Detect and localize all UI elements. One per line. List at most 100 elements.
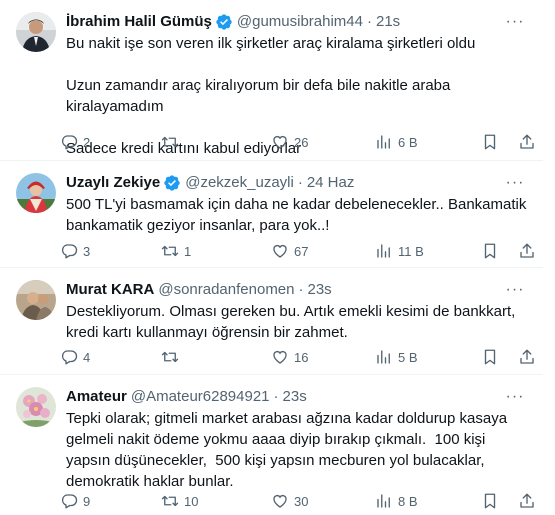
bookmark-icon xyxy=(484,243,496,259)
tweet[interactable]: İbrahim Halil Gümüş @gumusibrahim44 · 21… xyxy=(0,0,543,161)
retweet-button[interactable]: 10 xyxy=(161,491,198,511)
retweet-icon xyxy=(161,136,179,148)
tweet[interactable]: Uzaylı Zekiye @zekzek_uzayli · 24 Haz ··… xyxy=(0,161,543,268)
tweet[interactable]: Amateur @Amateur62894921 · 23s ··· Tepki… xyxy=(0,375,543,515)
views-icon xyxy=(377,350,390,364)
more-icon[interactable]: ··· xyxy=(505,387,525,407)
avatar[interactable] xyxy=(16,280,56,320)
share-button[interactable] xyxy=(518,241,536,261)
timestamp[interactable]: 24 Haz xyxy=(307,173,355,193)
reply-button[interactable]: 2 xyxy=(60,132,90,152)
views-icon xyxy=(377,135,390,149)
tweet-actions: 3 1 67 11 B xyxy=(60,241,534,261)
views-icon xyxy=(377,244,390,258)
share-icon xyxy=(520,493,534,508)
tweet[interactable]: Murat KARA @sonradanfenomen · 23s ··· De… xyxy=(0,268,543,375)
reply-count: 3 xyxy=(83,243,91,259)
separator-dot: · xyxy=(367,13,372,30)
like-button[interactable]: 16 xyxy=(271,347,308,367)
retweet-icon xyxy=(161,495,179,507)
tweet-text: 500 TL'yi basmamak için daha ne kadar de… xyxy=(66,196,531,234)
author-handle[interactable]: @zekzek_uzayli xyxy=(185,173,294,193)
like-count: 16 xyxy=(294,349,309,365)
tweet-text: Destekliyorum. Olması gereken bu. Artık … xyxy=(66,303,520,341)
bookmark-button[interactable] xyxy=(481,132,499,152)
like-button[interactable]: 67 xyxy=(271,241,308,261)
views-button[interactable]: 5 B xyxy=(375,347,418,367)
like-button[interactable]: 26 xyxy=(271,132,308,152)
views-button[interactable]: 11 B xyxy=(375,241,424,261)
separator-dot: · xyxy=(273,388,279,405)
verified-badge-icon xyxy=(215,13,233,31)
views-icon xyxy=(377,494,390,508)
author-handle[interactable]: @gumusibrahim44 xyxy=(237,12,363,32)
more-icon[interactable]: ··· xyxy=(505,173,525,193)
bookmark-button[interactable] xyxy=(481,347,499,367)
verified-badge-icon xyxy=(163,174,181,192)
author-name[interactable]: Amateur xyxy=(66,387,127,407)
tweet-header: Uzaylı Zekiye @zekzek_uzayli · 24 Haz xyxy=(66,173,527,193)
bookmark-icon xyxy=(484,134,496,150)
timestamp[interactable]: 21s xyxy=(376,12,400,32)
retweet-button[interactable] xyxy=(161,347,184,367)
reply-icon xyxy=(61,135,78,150)
reply-count: 4 xyxy=(83,349,91,365)
views-count: 8 B xyxy=(398,493,418,509)
author-name[interactable]: Murat KARA xyxy=(66,280,154,300)
author-handle[interactable]: @Amateur62894921 xyxy=(131,387,270,407)
author-name[interactable]: Uzaylı Zekiye xyxy=(66,173,160,193)
timestamp[interactable]: 23s xyxy=(308,280,332,300)
tweet-feed: İbrahim Halil Gümüş @gumusibrahim44 · 21… xyxy=(0,0,555,515)
like-icon xyxy=(273,495,287,508)
retweet-icon xyxy=(161,351,179,363)
tweet-actions: 4 16 5 B xyxy=(60,347,534,367)
tweet-header: Amateur @Amateur62894921 · 23s xyxy=(66,387,527,407)
bookmark-button[interactable] xyxy=(481,241,499,261)
views-count: 5 B xyxy=(398,349,418,365)
like-count: 26 xyxy=(294,134,309,150)
retweet-button[interactable] xyxy=(161,132,184,152)
retweet-button[interactable]: 1 xyxy=(161,241,191,261)
bookmark-button[interactable] xyxy=(481,491,499,511)
tweet-actions: 9 10 30 8 B xyxy=(60,491,534,511)
reply-icon xyxy=(61,350,78,365)
tweet-header: İbrahim Halil Gümüş @gumusibrahim44 · 21… xyxy=(66,12,527,32)
views-button[interactable]: 6 B xyxy=(375,132,418,152)
share-icon xyxy=(520,349,534,364)
more-icon[interactable]: ··· xyxy=(505,280,525,300)
share-button[interactable] xyxy=(518,491,536,511)
reply-count: 2 xyxy=(83,134,91,150)
like-icon xyxy=(273,351,287,364)
avatar[interactable] xyxy=(16,12,56,52)
author-handle[interactable]: @sonradanfenomen xyxy=(158,280,294,300)
retweet-icon xyxy=(161,245,179,257)
reply-icon xyxy=(61,494,78,509)
avatar[interactable] xyxy=(16,173,56,213)
share-button[interactable] xyxy=(518,347,536,367)
views-count: 11 B xyxy=(398,243,424,259)
avatar[interactable] xyxy=(16,387,56,427)
share-icon xyxy=(520,134,534,149)
separator-dot: · xyxy=(297,174,303,191)
views-count: 6 B xyxy=(398,134,418,150)
share-icon xyxy=(520,243,534,258)
views-button[interactable]: 8 B xyxy=(375,491,418,511)
separator-dot: · xyxy=(298,281,304,298)
like-button[interactable]: 30 xyxy=(271,491,308,511)
author-name[interactable]: İbrahim Halil Gümüş xyxy=(66,12,212,32)
more-icon[interactable]: ··· xyxy=(505,12,525,32)
timestamp[interactable]: 23s xyxy=(283,387,307,407)
reply-button[interactable]: 4 xyxy=(60,347,90,367)
reply-button[interactable]: 3 xyxy=(60,241,90,261)
retweet-count: 10 xyxy=(184,493,199,509)
retweet-count: 1 xyxy=(184,243,192,259)
reply-count: 9 xyxy=(83,493,91,509)
reply-icon xyxy=(61,244,78,259)
tweet-text: Tepki olarak; gitmeli market arabası ağz… xyxy=(66,410,512,490)
bookmark-icon xyxy=(484,349,496,365)
share-button[interactable] xyxy=(518,132,536,152)
tweet-header: Murat KARA @sonradanfenomen · 23s xyxy=(66,280,527,300)
like-icon xyxy=(273,245,287,258)
like-count: 30 xyxy=(294,493,309,509)
reply-button[interactable]: 9 xyxy=(60,491,90,511)
